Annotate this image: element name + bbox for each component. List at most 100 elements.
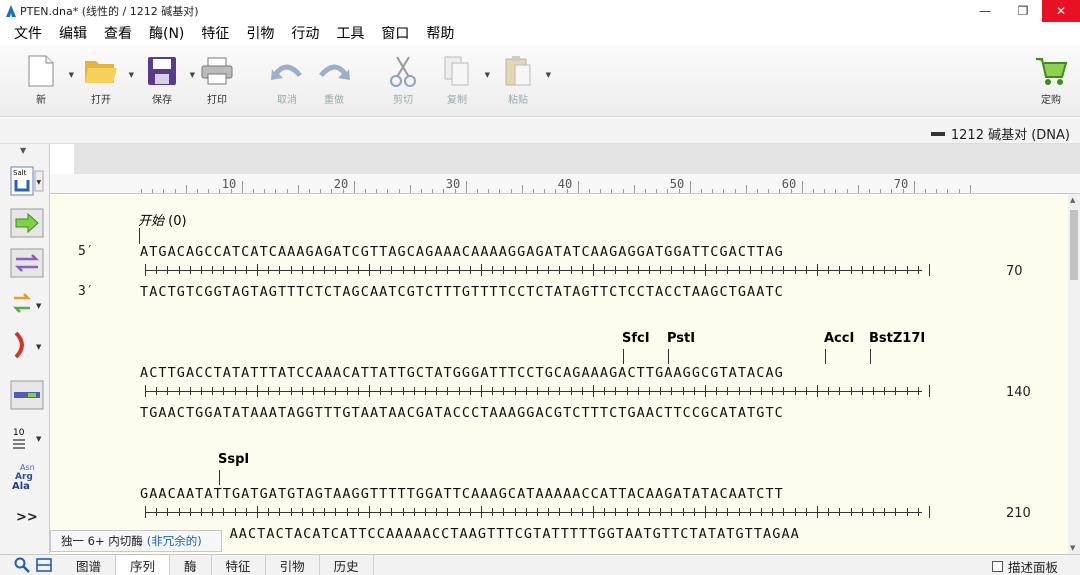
scrollbar-thumb[interactable] (1070, 210, 1078, 280)
search-icon[interactable] (14, 557, 30, 573)
tab-primers[interactable]: 引物 (266, 554, 320, 575)
numbering-icon: 10 ▼ (13, 428, 42, 449)
svg-text:▼: ▼ (36, 435, 42, 443)
restriction-site-tick (825, 349, 826, 364)
window-title: PTEN.dna* (线性的 / 1212 碱基对) (20, 5, 199, 18)
copy-icon (444, 56, 469, 86)
strand-5prime: 5′ (78, 244, 94, 259)
description-panel-checkbox[interactable] (991, 561, 1003, 572)
line-end-number: 210 (1006, 506, 1031, 521)
ruler-label: 30 (445, 177, 461, 191)
feature-bar-tool[interactable] (10, 380, 44, 410)
bracket-icon: ▼ (14, 331, 42, 359)
enzyme-filter-text: 独一 6+ 内切酶 (61, 534, 143, 548)
forward-arrow-tool[interactable] (10, 208, 44, 238)
scissors-icon (390, 56, 416, 87)
redo-button[interactable]: 重做 (309, 51, 359, 106)
order-button[interactable]: 定购 (1026, 51, 1076, 106)
print-button[interactable]: 打印 (192, 51, 242, 106)
description-panel-toggle[interactable]: 描述面板 (991, 557, 1058, 575)
swap-strands-icon (10, 248, 44, 278)
feature-bar-icon (10, 380, 44, 410)
bracket-tool[interactable]: ▼ (10, 330, 44, 360)
svg-text:Salt: Salt (13, 169, 27, 177)
menu-actions[interactable]: 行动 (291, 23, 319, 43)
menu-tools[interactable]: 工具 (336, 23, 364, 43)
undo-icon (271, 64, 302, 80)
svg-text:▼: ▼ (36, 302, 42, 310)
ruler-label: 10 (221, 177, 237, 191)
menu-file[interactable]: 文件 (14, 23, 42, 43)
sequence-length: 1212 碱基对 (DNA) (950, 128, 1070, 143)
menu-edit[interactable]: 编辑 (59, 23, 87, 43)
svg-text:Ala: Ala (12, 481, 30, 492)
restriction-site-label[interactable]: AccI (824, 331, 854, 346)
both-strands-tool[interactable] (10, 248, 44, 278)
panel-toggle-icon[interactable] (36, 558, 52, 572)
tab-history[interactable]: 历史 (320, 554, 374, 575)
restriction-site-tick (870, 349, 871, 364)
restriction-site-label[interactable]: SfcI (622, 331, 650, 346)
dna-line-icon (930, 131, 945, 136)
menu-window[interactable]: 窗口 (381, 23, 409, 43)
restriction-site-label[interactable]: PstI (667, 331, 695, 346)
minimize-button[interactable]: — (966, 0, 1004, 22)
top-strand-sequence[interactable]: GAACAATATTGATGATGTAGTAAGGTTTTTGGATTCAAAG… (140, 486, 784, 502)
top-strand-sequence[interactable]: ATGACAGCCATCATCAAAGAGATCGTTAGCAGAAACAAAA… (140, 244, 784, 260)
status-strip: 1212 碱基对 (DNA) (0, 118, 1080, 144)
start-feature[interactable]: 开始 (0) (138, 210, 187, 229)
numbering-tool[interactable]: 10 ▼ (10, 424, 44, 454)
strand-3prime: 3′ (78, 284, 94, 299)
floppy-disk-icon (148, 57, 176, 85)
close-button[interactable]: ✕ (1042, 0, 1080, 22)
enzyme-filter-note[interactable]: (非冗余的) (147, 533, 202, 549)
reverse-complement-tool[interactable]: ▼ (10, 288, 44, 318)
menu-features[interactable]: 特征 (201, 23, 229, 43)
salt-tool[interactable]: Salt ▼ (10, 166, 44, 196)
start-feature-tick (139, 228, 140, 244)
clipboard-icon (505, 56, 531, 86)
new-button[interactable]: ▼ 新 (16, 51, 74, 106)
tab-enzymes[interactable]: 酶 (170, 554, 212, 575)
left-toolbar: ▼ Salt ▼ ▼ ▼ 10 ▼ Asn Arg Ala >> (0, 144, 50, 554)
tab-features[interactable]: 特征 (212, 554, 266, 575)
restriction-site-tick (219, 470, 220, 485)
vertical-scrollbar[interactable]: ▲ ▼ (1068, 194, 1080, 554)
menu-primers[interactable]: 引物 (246, 23, 274, 43)
svg-text:Asn: Asn (20, 463, 35, 472)
copy-button[interactable]: ▼ 复制 (432, 51, 490, 106)
undo-button[interactable]: 取消 (262, 51, 312, 106)
collapse-arrow-icon[interactable]: ▼ (20, 146, 26, 155)
new-document-icon (28, 55, 54, 87)
cut-button[interactable]: 剪切 (378, 51, 428, 106)
line-end-number: 140 (1006, 385, 1031, 400)
more-tools-button[interactable]: >> (16, 510, 38, 525)
menu-view[interactable]: 查看 (104, 23, 132, 43)
enzyme-filter[interactable]: 独一 6+ 内切酶 (非冗余的) (50, 530, 222, 552)
ruler-area: 10 20 30 40 50 60 70 (50, 144, 1080, 194)
svg-text:▼: ▼ (37, 179, 42, 186)
ruler-label: 70 (893, 177, 909, 191)
top-strand-sequence[interactable]: ACTTGACCTATATTTATCCAAACATTATTGCTATGGGATT… (140, 365, 784, 381)
save-button[interactable]: ▼ 保存 (137, 51, 195, 106)
amino-acid-tool[interactable]: Asn Arg Ala (10, 462, 44, 492)
menu-enzymes[interactable]: 酶(N) (149, 23, 184, 43)
restriction-site-label[interactable]: BstZ17I (869, 331, 925, 346)
restriction-site-label[interactable]: SspI (218, 452, 249, 467)
bottom-strand-sequence[interactable]: AACTACTACATCATTCCAAAAACCTAAGTTTCGTATTTTT… (230, 526, 800, 542)
open-button[interactable]: ▼ 打开 (76, 51, 134, 106)
toolbar: ▼ 新 ▼ 打开 ▼ 保存 打印 取消 重做 剪切 ▼ 复制 ▼ 粘贴 定购 (0, 45, 1080, 117)
tab-map[interactable]: 图谱 (62, 554, 117, 575)
sequence-canvas[interactable]: 开始 (0) 5′ 3′ ATGACAGCCATCATCAAAGAGATCGTT… (50, 194, 1068, 554)
amino-acid-icon: Asn Arg Ala (12, 463, 35, 492)
redo-icon (319, 64, 350, 80)
bottom-strand-sequence[interactable]: TACTGTCGGTAGTAGTTTCTCTAGCAATCGTCTTTGTTTT… (140, 284, 784, 300)
bottom-strand-sequence[interactable]: TGAACTGGATATAAATAGGTTTGTAATAACGATACCCTAA… (140, 405, 784, 421)
restore-button[interactable]: ❐ (1004, 0, 1042, 22)
paste-button[interactable]: ▼ 粘贴 (493, 51, 551, 106)
menu-help[interactable]: 帮助 (426, 23, 454, 43)
menu-bar: 文件 编辑 查看 酶(N) 特征 引物 行动 工具 窗口 帮助 (0, 22, 1080, 44)
tab-sequence[interactable]: 序列 (116, 554, 171, 575)
line-end-number: 70 (1006, 264, 1023, 279)
app-icon (6, 5, 16, 17)
